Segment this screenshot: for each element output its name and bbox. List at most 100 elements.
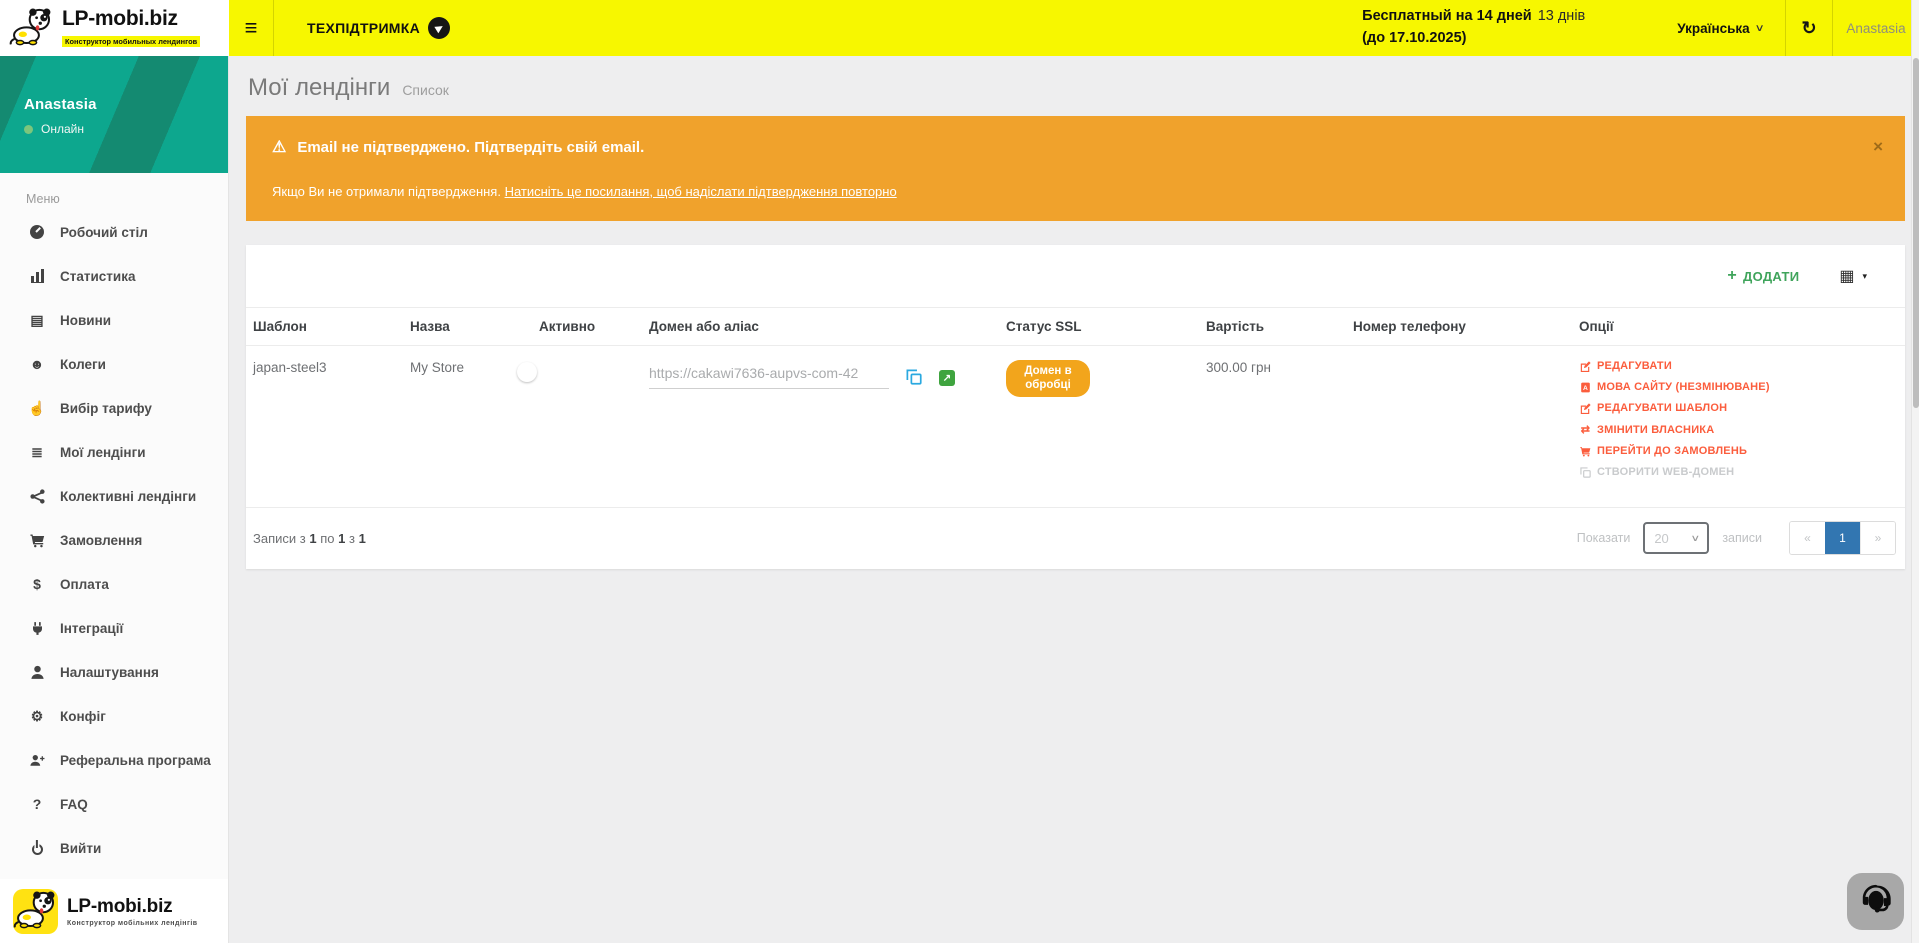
sidebar-item-tariff[interactable]: ☝Вибір тарифу <box>0 386 228 430</box>
edit-icon <box>1579 361 1592 372</box>
brand-logo[interactable]: LP-mobi.biz Конструктор мобильных лендин… <box>0 0 229 56</box>
footer-brand-subtitle: Конструктор мобільних лендінгів <box>67 920 197 927</box>
dashboard-icon <box>26 225 48 239</box>
landings-panel: + ДОДАТИ ▦ ▾ ШаблонНазваАктивноДомен або… <box>246 245 1905 569</box>
option-link-edit[interactable]: РЕДАГУВАТИ <box>1579 360 1897 372</box>
exchange-icon: ⇄ <box>1579 423 1592 436</box>
add-button[interactable]: + ДОДАТИ <box>1727 267 1799 285</box>
tech-support-link[interactable]: ТЕХПІДТРИМКА ▶ <box>307 17 450 39</box>
sidebar-item-payment[interactable]: $Оплата <box>0 562 228 606</box>
sidebar-item-stats[interactable]: Статистика <box>0 254 228 298</box>
hamburger-menu-icon[interactable]: ≡ <box>229 15 273 41</box>
option-label: РЕДАГУВАТИ <box>1597 360 1672 372</box>
sidebar-item-config[interactable]: ⚙Конфіг <box>0 694 228 738</box>
page-size-select[interactable]: 20 ∨ <box>1643 522 1709 554</box>
sidebar-item-label: Вибір тарифу <box>60 401 152 416</box>
resend-confirmation-link[interactable]: Натисніть це посилання, щоб надіслати пі… <box>505 184 897 199</box>
domain-input[interactable]: https://cakawi7636-aupvs-com-42 <box>649 365 889 389</box>
page-subtitle: Список <box>402 82 449 98</box>
sidebar-item-my-landings[interactable]: ≣Мої лендінги <box>0 430 228 474</box>
name-cell: My Store <box>403 346 532 508</box>
column-header: Домен або аліас <box>642 308 999 346</box>
column-header: Статус SSL <box>999 308 1199 346</box>
sidebar-item-label: Вийти <box>60 841 101 856</box>
footer-brand-title: LP-mobi.biz <box>67 896 197 918</box>
scrollbar-track[interactable] <box>1911 0 1919 943</box>
sidebar-item-faq[interactable]: ? FAQ <box>0 782 228 826</box>
sidebar-item-label: Інтеграції <box>60 621 123 636</box>
app-root: LP-mobi.biz Конструктор мобильных лендин… <box>0 0 1919 943</box>
clone-icon <box>1579 467 1592 478</box>
price-cell: 300.00 грн <box>1199 346 1346 508</box>
landings-table: ШаблонНазваАктивноДомен або аліасСтатус … <box>246 307 1905 508</box>
records-label: записи <box>1722 531 1762 545</box>
sidebar-item-news[interactable]: ▤ Новини <box>0 298 228 342</box>
dog-mascot-icon <box>9 5 55 52</box>
sidebar-item-integrations[interactable]: Інтеграції <box>0 606 228 650</box>
page-title: Мої лендінги <box>248 74 390 102</box>
dog-mascot-icon <box>13 888 59 935</box>
online-status-label: Онлайн <box>41 122 84 136</box>
topbar-username[interactable]: Anastasia <box>1833 21 1919 36</box>
option-link-go-to-orders[interactable]: ПЕРЕЙТИ ДО ЗАМОВЛЕНЬ <box>1579 445 1897 457</box>
copy-icon[interactable] <box>906 369 922 388</box>
headset-icon <box>1858 881 1894 922</box>
column-settings-dropdown[interactable]: ▦ ▾ <box>1839 266 1867 286</box>
support-chat-button[interactable] <box>1847 873 1904 930</box>
sidebar-menu: Робочий стіл Статистика ▤ Новини ☻Колеги☝Виб… <box>0 210 228 870</box>
option-label: СТВОРИТИ WEB-ДОМЕН <box>1597 466 1734 478</box>
option-link-site-language[interactable]: A МОВА САЙТУ (НЕЗМІНЮВАНЕ) <box>1579 381 1897 393</box>
option-link-change-owner[interactable]: ⇄ ЗМІНИТИ ВЛАСНИКА <box>1579 423 1897 436</box>
brand-subtitle: Конструктор мобильных лендингов <box>62 36 200 47</box>
scrollbar-thumb[interactable] <box>1913 58 1919 408</box>
phone-cell <box>1346 346 1572 508</box>
pagination-prev-button[interactable]: « <box>1790 522 1825 554</box>
options-cell: РЕДАГУВАТИ A МОВА САЙТУ (НЕЗМІНЮВАНЕ) РЕДАГ… <box>1572 346 1905 508</box>
option-label: ЗМІНИТИ ВЛАСНИКА <box>1597 424 1714 436</box>
option-link-create-web-domain: СТВОРИТИ WEB-ДОМЕН <box>1579 466 1897 478</box>
sidebar-item-desktop[interactable]: Робочий стіл <box>0 210 228 254</box>
main-content: Мої лендінги Список ⚠ Email не підтвердж… <box>229 56 1919 943</box>
option-link-edit-template[interactable]: РЕДАГУВАТИ ШАБЛОН <box>1579 402 1897 414</box>
option-label: МОВА САЙТУ (НЕЗМІНЮВАНЕ) <box>1597 381 1770 393</box>
sidebar-item-settings[interactable]: Налаштування <box>0 650 228 694</box>
sidebar-item-label: Оплата <box>60 577 109 592</box>
news-icon: ▤ <box>26 312 48 329</box>
language-selector[interactable]: Українська ∨ <box>1677 21 1763 36</box>
column-header: Назва <box>403 308 532 346</box>
option-label: ПЕРЕЙТИ ДО ЗАМОВЛЕНЬ <box>1597 445 1747 457</box>
sidebar-item-referral[interactable]: Реферальна програма <box>0 738 228 782</box>
email-confirmation-alert: ⚠ Email не підтверджено. Підтвердіть сві… <box>246 116 1905 221</box>
sidebar-item-orders[interactable]: Замовлення <box>0 518 228 562</box>
sidebar-item-label: Робочий стіл <box>60 225 148 240</box>
sidebar-item-label: Налаштування <box>60 665 159 680</box>
pagination-next-button[interactable]: » <box>1860 522 1895 554</box>
pagination-page-1[interactable]: 1 <box>1825 522 1860 554</box>
sidebar-item-logout[interactable]: Вийти <box>0 826 228 870</box>
page-size-value: 20 <box>1654 531 1668 546</box>
sidebar-item-label: FAQ <box>60 797 88 812</box>
sidebar-item-collective[interactable]: Колективні лендінги <box>0 474 228 518</box>
sidebar-item-colleagues[interactable]: ☻Колеги <box>0 342 228 386</box>
records-summary: Записи з 1 по 1 з 1 <box>253 531 366 546</box>
landings-icon: ≣ <box>26 444 48 461</box>
sidebar-item-label: Новини <box>60 313 111 328</box>
language-label: Українська <box>1677 21 1749 36</box>
gears-icon: ⚙ <box>26 708 48 725</box>
language-icon: A <box>1579 382 1592 393</box>
stats-icon <box>26 270 48 283</box>
sidebar-item-label: Колективні лендінги <box>60 489 196 504</box>
ssl-status-cell: Домен в обробці <box>999 346 1199 508</box>
external-link-icon[interactable]: ↗ <box>939 370 955 386</box>
sidebar-footer-logo[interactable]: LP-mobi.biz Конструктор мобільних лендін… <box>0 879 228 943</box>
chevron-down-icon: ∨ <box>1690 533 1700 544</box>
question-icon: ? <box>26 796 48 812</box>
telegram-icon: ▶ <box>428 17 450 39</box>
power-icon <box>26 841 48 855</box>
collective-icon <box>26 489 48 504</box>
trial-until: (до 17.10.2025) <box>1362 30 1466 46</box>
plug-icon <box>26 621 48 636</box>
sidebar-item-label: Статистика <box>60 269 135 284</box>
close-icon[interactable]: × <box>1873 138 1883 155</box>
refresh-icon[interactable]: ↻ <box>1786 18 1832 39</box>
